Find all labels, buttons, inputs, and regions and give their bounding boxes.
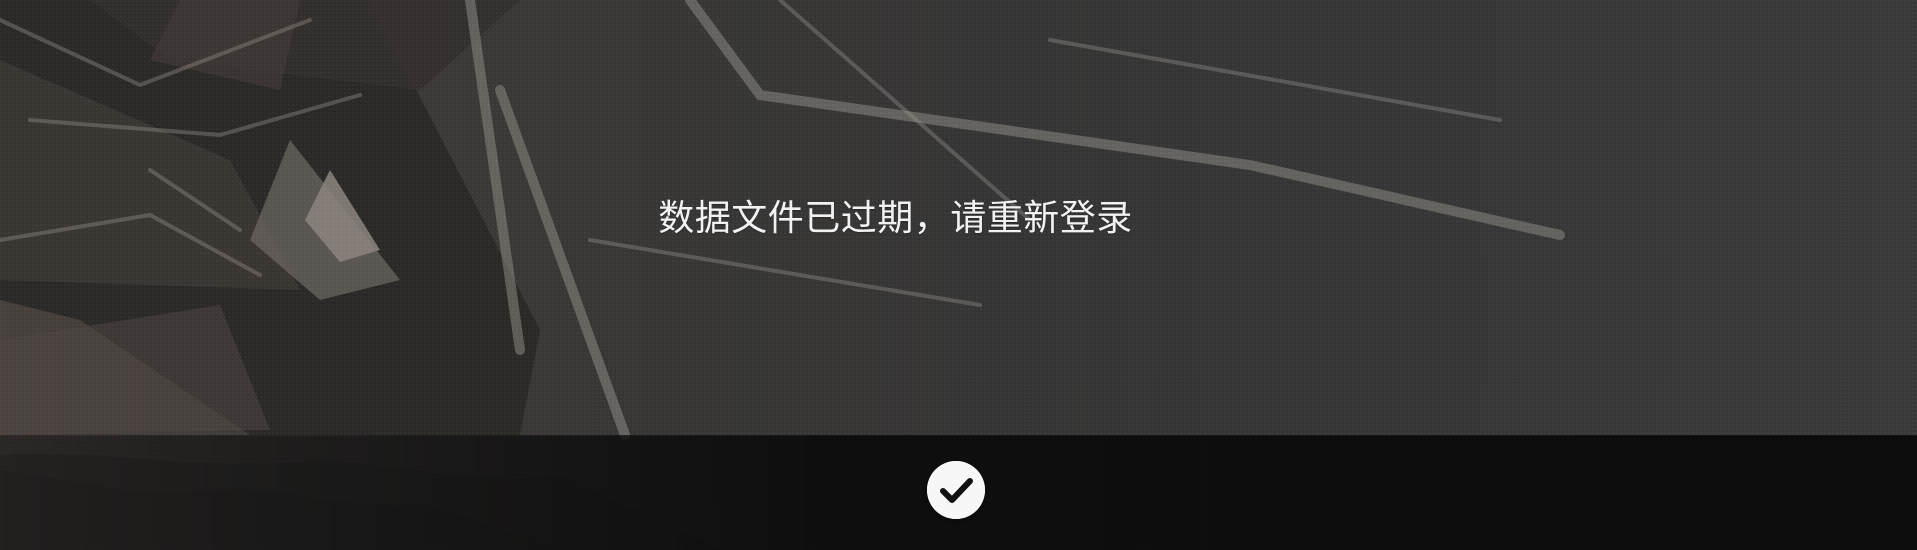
expired-session-dialog: 数据文件已过期，请重新登录 [0,0,1917,550]
dialog-body: 数据文件已过期，请重新登录 [0,0,1917,435]
check-icon [927,461,985,519]
expired-message: 数据文件已过期，请重新登录 [658,197,1133,239]
confirm-button[interactable] [927,461,985,519]
